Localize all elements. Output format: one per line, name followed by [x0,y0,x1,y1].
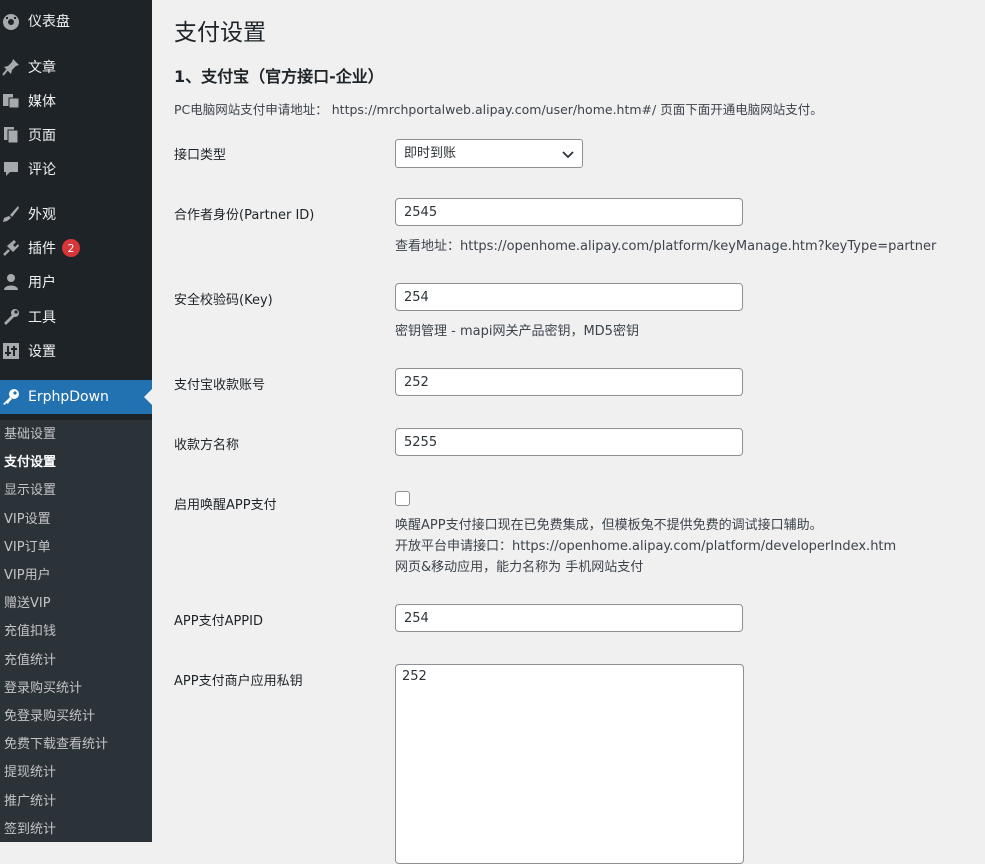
menu-label: ErphpDown [28,389,109,405]
account-input[interactable] [395,368,743,396]
menu-pages[interactable]: 页面 [0,118,152,152]
key-input[interactable] [395,283,743,311]
pin-icon [2,59,19,76]
menu-label: 文章 [28,60,56,76]
submenu-item[interactable]: 登录购买统计 [4,675,82,703]
interface-type-select[interactable]: 即时到账 [395,139,583,168]
partner-id-help: 查看地址：https://openhome.alipay.com/platfor… [395,239,937,254]
wrench-icon [4,309,19,325]
settings-icon [3,343,19,359]
app-pay-help-3: 网页&移动应用，能力名称为 手机网站支付 [395,560,644,575]
menu-label: 媒体 [28,94,56,110]
menu-settings[interactable]: 设置 [0,334,152,368]
submenu-item[interactable]: 显示设置 [4,477,56,505]
key-icon [3,389,19,405]
partner-id-input[interactable] [395,198,743,226]
menu-tools[interactable]: 工具 [0,300,152,334]
menu-label: 评论 [28,162,56,178]
page-icon [4,127,19,144]
menu-users[interactable]: 用户 [0,265,152,299]
menu-comments[interactable]: 评论 [0,152,152,186]
menu-label: 设置 [28,344,56,360]
submenu-item[interactable]: 充值扣钱 [4,618,56,646]
submenu-item[interactable]: 免费下载查看统计 [4,731,108,759]
plugin-icon [3,240,19,256]
submenu-item[interactable]: 充值统计 [4,647,56,675]
update-count-badge: 2 [62,239,80,257]
dashboard-icon [3,14,19,30]
section-description: PC电脑网站支付申请地址： https://mrchportalweb.alip… [174,102,823,117]
menu-erphpdown[interactable]: ErphpDown [0,380,152,414]
user-icon [4,274,18,290]
app-pay-help-2: 开放平台申请接口：https://openhome.alipay.com/pla… [395,539,897,554]
partner-id-label: 合作者身份(Partner ID) [174,208,315,223]
brush-icon [3,206,19,222]
key-label: 安全校验码(Key) [174,293,273,308]
menu-label: 工具 [28,310,56,326]
erphpdown-submenu: 基础设置 支付设置 显示设置 VIP设置 VIP订单 VIP用户 赠送VIP 充… [0,420,152,842]
menu-plugins[interactable]: 插件 2 [0,231,152,265]
key-help: 密钥管理 - mapi网关产品密钥，MD5密钥 [395,324,639,339]
app-private-key-textarea[interactable]: 252 [395,664,744,864]
submenu-item[interactable]: 推广统计 [4,788,56,816]
menu-label: 外观 [28,207,56,223]
submenu-item[interactable]: VIP订单 [4,534,51,562]
interface-type-label: 接口类型 [174,148,227,163]
submenu-item[interactable]: 赠送VIP [4,590,51,618]
section-title: 1、支付宝（官方接口-企业） [174,67,384,86]
app-pay-checkbox[interactable] [395,491,410,506]
menu-label: 页面 [28,128,56,144]
submenu-item-current[interactable]: 支付设置 [4,449,56,477]
menu-label: 用户 [28,275,56,291]
payee-name-label: 收款方名称 [174,438,240,453]
submenu-item[interactable]: 签到统计 [4,816,56,842]
app-private-key-label: APP支付商户应用私钥 [174,674,303,689]
page-title: 支付设置 [174,20,266,46]
app-pay-help-1: 唤醒APP支付接口现在已免费集成，但模板兔不提供免费的调试接口辅助。 [395,518,823,533]
menu-media[interactable]: 媒体 [0,84,152,118]
chevron-down-icon [562,151,574,159]
submenu-item[interactable]: 基础设置 [4,421,56,449]
comment-icon [4,162,18,176]
interface-type-value: 即时到账 [404,146,457,161]
admin-sidebar: 仪表盘 文章 媒体 页面 评论 外观 插件 2 用户 工具 设置 ErphpDo… [0,0,152,842]
menu-posts[interactable]: 文章 [0,50,152,84]
app-id-label: APP支付APPID [174,614,263,629]
submenu-item[interactable]: VIP设置 [4,506,51,534]
account-label: 支付宝收款账号 [174,378,266,393]
menu-appearance[interactable]: 外观 [0,197,152,231]
submenu-item[interactable]: 免登录购买统计 [4,703,95,731]
media-icon [3,94,20,109]
menu-label: 插件 [28,241,56,257]
submenu-item[interactable]: VIP用户 [4,562,51,590]
app-pay-label: 启用唤醒APP支付 [174,498,277,513]
app-id-input[interactable] [395,604,743,632]
payee-name-input[interactable] [395,428,743,456]
submenu-item[interactable]: 提现统计 [4,759,56,787]
menu-label: 仪表盘 [28,14,70,30]
menu-dashboard[interactable]: 仪表盘 [0,4,152,38]
